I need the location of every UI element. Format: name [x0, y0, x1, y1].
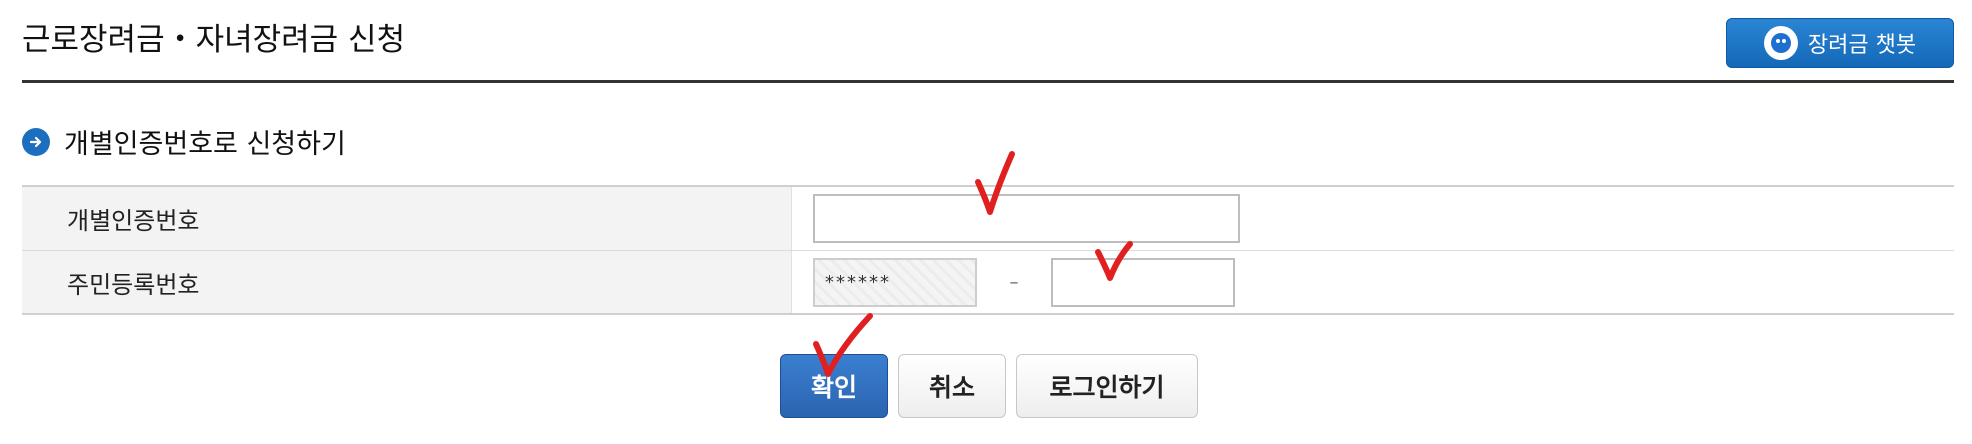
cancel-button[interactable]: 취소: [898, 354, 1006, 418]
auth-number-input[interactable]: [813, 194, 1240, 243]
page-title: 근로장려금・자녀장려금 신청: [22, 22, 406, 58]
auth-number-cell: [792, 187, 1954, 250]
arrow-right-circle-icon: [22, 127, 50, 156]
chatbot-label: 장려금 챗봇: [1807, 33, 1917, 58]
rrn-separator: –: [1009, 271, 1019, 293]
form-row-auth-number: 개별인증번호: [22, 187, 1954, 251]
rrn-cell: ****** –: [792, 251, 1954, 313]
auth-number-label: 개별인증번호: [22, 187, 792, 250]
chatbot-icon: [1763, 26, 1798, 60]
section-header: 개별인증번호로 신청하기: [22, 122, 346, 161]
chatbot-button[interactable]: 장려금 챗봇: [1726, 18, 1954, 68]
title-divider: [22, 80, 1954, 83]
form-row-rrn: 주민등록번호 ****** –: [22, 251, 1954, 315]
rrn-back-input[interactable]: [1051, 257, 1235, 307]
rrn-front-input: ******: [813, 257, 977, 307]
login-button[interactable]: 로그인하기: [1016, 354, 1198, 418]
rrn-label: 주민등록번호: [22, 251, 792, 313]
confirm-button[interactable]: 확인: [780, 354, 888, 418]
auth-form-table: 개별인증번호 주민등록번호 ****** –: [22, 185, 1954, 315]
section-title: 개별인증번호로 신청하기: [64, 129, 346, 160]
